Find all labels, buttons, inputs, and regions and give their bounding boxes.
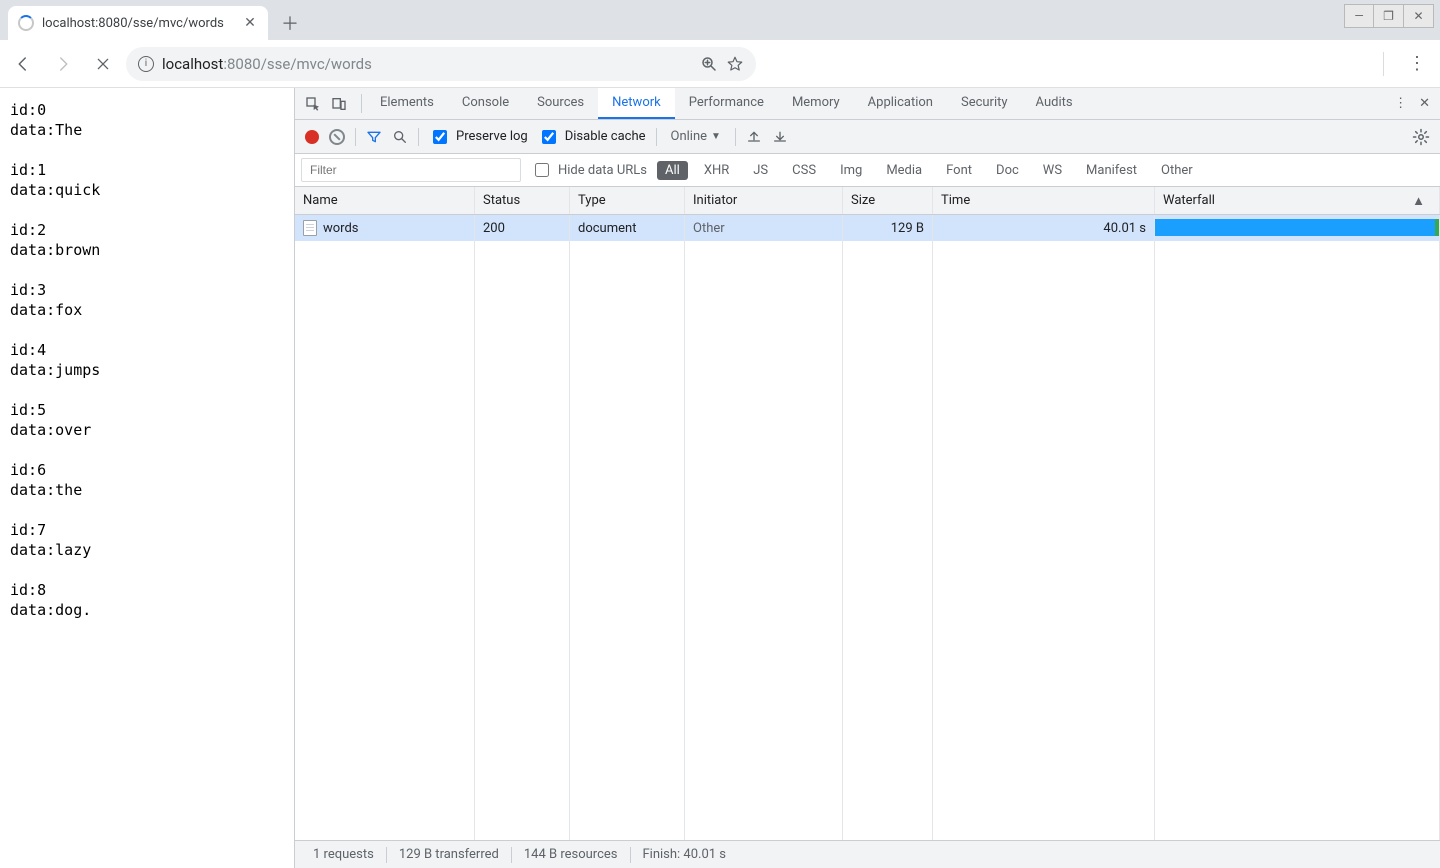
throttling-dropdown[interactable]: Online ▼ xyxy=(667,129,725,144)
page-content: id:0 data:The id:1 data:quick id:2 data:… xyxy=(0,88,294,868)
chevron-down-icon: ▼ xyxy=(711,131,721,142)
network-toolbar: Preserve log Disable cache Online ▼ xyxy=(295,120,1440,154)
filter-type-xhr[interactable]: XHR xyxy=(696,161,737,180)
row-size: 129 B xyxy=(843,215,933,241)
filter-type-media[interactable]: Media xyxy=(878,161,930,180)
row-type: document xyxy=(570,215,685,241)
arrow-left-icon xyxy=(14,55,32,73)
filter-type-img[interactable]: Img xyxy=(832,161,870,180)
filter-type-manifest[interactable]: Manifest xyxy=(1078,161,1145,180)
browser-tabstrip: localhost:8080/sse/mvc/words ✕ ＋ — ❐ ✕ xyxy=(0,0,1440,40)
browser-tab[interactable]: localhost:8080/sse/mvc/words ✕ xyxy=(8,6,268,40)
network-filter-bar: Hide data URLs All XHR JS CSS Img Media Font Do… xyxy=(295,154,1440,187)
filter-type-doc[interactable]: Doc xyxy=(988,161,1027,180)
network-table: Name Status Type Initiator Size Time Wat… xyxy=(295,187,1440,840)
close-tab-icon[interactable]: ✕ xyxy=(242,15,258,31)
tab-console[interactable]: Console xyxy=(448,88,523,119)
devtools-menu-icon[interactable]: ⋮ xyxy=(1394,96,1407,111)
network-statusbar: 1 requests 129 B transferred 144 B resou… xyxy=(295,840,1440,868)
filter-type-ws[interactable]: WS xyxy=(1035,161,1070,180)
minimize-button[interactable]: — xyxy=(1344,4,1374,28)
row-name: words xyxy=(323,221,359,236)
row-initiator: Other xyxy=(685,215,843,241)
inspect-element-icon[interactable] xyxy=(305,96,321,112)
tab-performance[interactable]: Performance xyxy=(675,88,778,119)
tab-application[interactable]: Application xyxy=(854,88,947,119)
site-info-icon[interactable]: i xyxy=(138,56,154,72)
search-icon[interactable] xyxy=(392,129,408,145)
close-window-button[interactable]: ✕ xyxy=(1404,4,1434,28)
col-initiator[interactable]: Initiator xyxy=(685,187,843,214)
table-body[interactable]: words 200documentOther129 B40.01 s xyxy=(295,215,1440,840)
clear-button[interactable] xyxy=(329,129,345,145)
bookmark-star-icon[interactable] xyxy=(726,55,744,73)
row-time: 40.01 s xyxy=(933,215,1155,241)
window-controls: — ❐ ✕ xyxy=(1344,4,1434,28)
devtools-panel: ElementsConsoleSourcesNetworkPerformance… xyxy=(294,88,1440,868)
col-size[interactable]: Size xyxy=(843,187,933,214)
status-requests: 1 requests xyxy=(301,847,386,862)
record-button[interactable] xyxy=(305,130,319,144)
tab-network[interactable]: Network xyxy=(598,88,675,119)
row-status: 200 xyxy=(475,215,570,241)
col-status[interactable]: Status xyxy=(475,187,570,214)
tab-audits[interactable]: Audits xyxy=(1022,88,1087,119)
stop-reload-button[interactable] xyxy=(86,47,120,81)
tab-security[interactable]: Security xyxy=(947,88,1022,119)
filter-type-css[interactable]: CSS xyxy=(784,161,824,180)
table-row[interactable]: words 200documentOther129 B40.01 s xyxy=(295,215,1440,241)
forward-button[interactable] xyxy=(46,47,80,81)
filter-type-all[interactable]: All xyxy=(657,161,688,180)
col-time[interactable]: Time xyxy=(933,187,1155,214)
status-transferred: 129 B transferred xyxy=(387,847,511,862)
import-har-icon[interactable] xyxy=(772,129,788,145)
toggle-device-icon[interactable] xyxy=(331,96,347,112)
hide-data-urls-checkbox[interactable]: Hide data URLs xyxy=(531,160,647,180)
devtools-tabbar: ElementsConsoleSourcesNetworkPerformance… xyxy=(295,88,1440,120)
filter-input[interactable] xyxy=(301,158,521,182)
status-resources: 144 B resources xyxy=(512,847,630,862)
col-waterfall[interactable]: Waterfall▲ xyxy=(1155,187,1440,214)
document-file-icon xyxy=(303,220,317,236)
status-finish: Finish: 40.01 s xyxy=(631,847,739,862)
url-text: localhost:8080/sse/mvc/words xyxy=(162,55,692,73)
filter-type-font[interactable]: Font xyxy=(938,161,980,180)
devtools-close-icon[interactable]: ✕ xyxy=(1419,96,1430,111)
sort-asc-icon: ▲ xyxy=(1412,193,1425,209)
loading-spinner-icon xyxy=(18,15,34,31)
tab-sources[interactable]: Sources xyxy=(523,88,598,119)
new-tab-button[interactable]: ＋ xyxy=(276,9,304,37)
export-har-icon[interactable] xyxy=(746,129,762,145)
tab-memory[interactable]: Memory xyxy=(778,88,854,119)
toolbar-divider xyxy=(1383,52,1384,76)
filter-type-other[interactable]: Other xyxy=(1153,161,1201,180)
browser-toolbar: i localhost:8080/sse/mvc/words ⋮ xyxy=(0,40,1440,88)
address-bar[interactable]: i localhost:8080/sse/mvc/words xyxy=(126,47,756,81)
tab-title: localhost:8080/sse/mvc/words xyxy=(42,16,242,31)
network-settings-icon[interactable] xyxy=(1412,128,1430,146)
col-name[interactable]: Name xyxy=(295,187,475,214)
maximize-button[interactable]: ❐ xyxy=(1374,4,1404,28)
filter-toggle-icon[interactable] xyxy=(366,129,382,145)
row-waterfall xyxy=(1155,215,1440,241)
table-header[interactable]: Name Status Type Initiator Size Time Wat… xyxy=(295,187,1440,215)
disable-cache-checkbox[interactable]: Disable cache xyxy=(538,127,646,147)
col-type[interactable]: Type xyxy=(570,187,685,214)
arrow-right-icon xyxy=(54,55,72,73)
browser-menu-button[interactable]: ⋮ xyxy=(1400,47,1434,81)
preserve-log-checkbox[interactable]: Preserve log xyxy=(429,127,528,147)
zoom-icon[interactable] xyxy=(700,55,718,73)
close-icon xyxy=(95,56,111,72)
filter-type-js[interactable]: JS xyxy=(745,161,776,180)
back-button[interactable] xyxy=(6,47,40,81)
tab-elements[interactable]: Elements xyxy=(366,88,448,119)
